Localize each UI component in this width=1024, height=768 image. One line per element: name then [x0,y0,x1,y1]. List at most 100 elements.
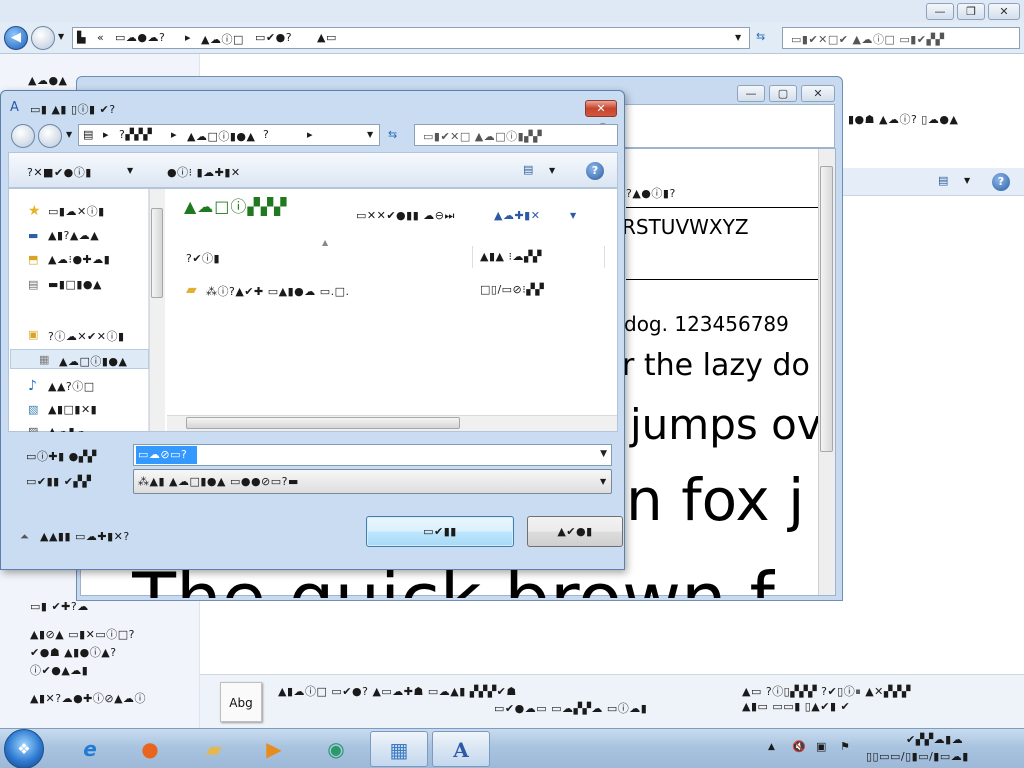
address-crumb[interactable]: ▲☁□ⓘ▮●▲ [187,128,255,144]
dialog-search-placeholder: ▭▮✔✕□ ▲☁□ⓘ▮▞▞ [423,130,543,143]
help-icon[interactable]: ? [992,173,1010,191]
nav-pane-header: ▲☁●▲ [28,74,68,87]
favorites-star-icon: ★ [28,203,42,219]
address-crumb[interactable]: ?▞▞▞ [119,128,152,141]
view-dropdown-icon[interactable]: ▼ [964,176,971,185]
minimize-button[interactable]: — [926,3,954,20]
taskbar-media-player[interactable]: ▶ [248,731,300,767]
nav-pane-item[interactable]: ▲▮⊘▲ ▭▮✕▭ⓘ□? [30,626,135,642]
save-button[interactable]: ▭✔▮▮ [366,516,514,547]
taskbar-font-viewer[interactable]: A [432,731,490,767]
details-text: ▲▮☁ⓘ□ ▭✔●? ▲▭☁✚☗ ▭☁▲▮ ▞▞▞✔☗ [278,685,517,698]
file-row[interactable]: ▰ ⁂ⓘ?▲✔✚ ▭▲▮●☁ ▭.□. □▯/▭⊘⁝▞▞ [180,280,617,300]
address-crumb[interactable]: ▭✔●? [255,31,292,44]
background-navbar: ◀ ▼ ▙ « ▭☁●☁? ▸ ▲☁ⓘ□ ▭✔●? ▲▭ ▼ ⇆ ▭▮✔✕□✔ … [0,22,1024,54]
tree-item-label: ▲▲?ⓘ□ [48,380,95,393]
clock-time[interactable]: ✔▞▞☁▮☁ [906,733,963,746]
tree-scrollbar-thumb[interactable] [151,208,163,298]
history-dropdown-icon[interactable]: ▼ [58,32,65,41]
background-titlebar: — ❐ ✕ [0,0,1024,22]
show-hidden-icons-icon[interactable]: ▲ [768,742,775,752]
dialog-refresh-icon[interactable]: ⇆ [388,128,398,141]
font-size-sample: jumps ov [630,400,822,449]
arrange-dropdown-icon[interactable]: ▼ [570,211,577,220]
address-chevron[interactable]: ▸ [171,128,177,141]
filetype-dropdown-icon[interactable]: ▼ [600,477,607,486]
address-crumb[interactable]: ▭☁●☁? [115,31,165,44]
column-divider[interactable] [472,246,473,268]
dialog-address-dropdown-icon[interactable]: ▼ [367,130,374,139]
dialog-help-icon[interactable]: ? [586,162,604,180]
arrange-by-dropdown[interactable]: ▲☁✚▮✕ [494,209,540,222]
nav-pane-item[interactable]: ⓘ✔●▲☁▮ [30,662,88,678]
restore-button[interactable]: ❐ [957,3,985,20]
address-chevron[interactable]: ▸ [185,31,191,44]
refresh-icon[interactable]: ⇆ [756,30,766,43]
cancel-button[interactable]: ▲✔●▮ [527,516,623,547]
fv-maximize-button[interactable]: ▢ [769,85,797,102]
tree-item-documents[interactable]: ▦ ▲☁□ⓘ▮●▲ [10,349,149,369]
address-chevron[interactable]: ▸ [103,128,109,141]
tree-item-recent[interactable]: ▤ ▬▮□▮●▲ [24,275,149,295]
hide-folders-icon[interactable]: ⏶ [20,530,29,544]
horizontal-scrollbar-thumb[interactable] [186,417,460,429]
address-chevron[interactable]: ▸ [307,128,313,141]
close-button[interactable]: ✕ [988,3,1020,20]
taskbar-control-panel[interactable]: ▦ [370,731,428,767]
column-header-name[interactable]: ?✔ⓘ▮ [186,250,220,266]
new-folder-button[interactable]: ●ⓘ⁝ ▮☁✚▮✕ [167,164,241,180]
back-button[interactable]: ◀ [4,26,28,50]
taskbar-firefox[interactable]: ● [124,731,176,767]
organize-button[interactable]: ?✕■✔●ⓘ▮ [27,164,92,180]
nav-pane-item[interactable]: ✔●☗ ▲▮●ⓘ▲? [30,644,117,660]
tree-item-pictures[interactable]: ▧ ▲▮□▮✕▮ [24,400,149,420]
tree-item-favorites[interactable]: ★ ▭▮☁✕ⓘ▮ [24,200,149,220]
forward-button[interactable] [31,26,55,50]
dialog-view-dropdown-icon[interactable]: ▼ [549,166,556,175]
filetype-select[interactable]: ⁂▲▮ ▲☁□▮●▲ ▭●●⊘▭?▬ ▼ [133,469,612,494]
font-size-sample: n fox j [626,466,805,534]
dialog-address-bar[interactable]: ▤ ▸ ?▞▞▞ ▸ ▲☁□ⓘ▮●▲ ? ▸ ▼ [78,124,380,146]
hide-folders-link[interactable]: ▲▲▮▮ ▭☁✚▮✕? [40,530,130,543]
fv-close-button[interactable]: ✕ [801,85,835,102]
tree-item-videos[interactable]: ▨ ▲☁▮☁ [24,422,149,432]
address-crumb[interactable]: ▲▭ [317,31,337,44]
column-divider[interactable] [604,246,605,268]
address-bar[interactable]: ▙ « ▭☁●☁? ▸ ▲☁ⓘ□ ▭✔●? ▲▭ ▼ [72,27,750,49]
organize-dropdown-icon[interactable]: ▼ [127,166,134,175]
folder-icon: ▰ [206,737,222,761]
address-crumb[interactable]: ? [263,128,269,141]
nav-pane-item[interactable]: ▲▮✕?☁●✚ⓘ⊘▲☁ⓘ [30,690,146,706]
action-center-flag-icon[interactable]: ⚑ [840,740,850,753]
details-text: ▲▮▭ ▭▭▮ ▯▲✔▮ ✔ [742,700,851,713]
tree-item-libraries[interactable]: ▣ ?ⓘ☁✕✔✕ⓘ▮ [24,325,149,345]
nav-pane-item[interactable]: ▭▮ ✔✚?☁ [30,600,89,613]
network-icon[interactable]: ▣ [816,740,827,753]
scrollbar-thumb[interactable] [820,166,833,452]
clock-date[interactable]: ▯▯▭▭/▯▮▭/▮▭☁▮ [866,750,969,763]
library-title: ▲☁□ⓘ▞▞▞ [184,197,288,216]
filename-dropdown-icon[interactable]: ▼ [600,449,607,459]
tree-item-music[interactable]: ♪ ▲▲?ⓘ□ [24,375,149,395]
address-overflow[interactable]: « [97,31,104,44]
dialog-close-button[interactable]: ✕ [585,100,617,117]
dialog-search-box[interactable]: ▭▮✔✕□ ▲☁□ⓘ▮▞▞ [414,124,618,146]
filename-input[interactable]: ▼ [133,444,612,466]
dialog-forward-button[interactable] [38,124,62,148]
dialog-history-icon[interactable]: ▼ [66,130,73,139]
fv-minimize-button[interactable]: — [737,85,765,102]
taskbar-media-center[interactable]: ◉ [310,731,362,767]
dialog-view-icon[interactable]: ▤ [523,163,534,176]
volume-muted-icon[interactable]: 🔇 [792,740,806,753]
tree-item-desktop[interactable]: ▬ ▲▮?▲☁▲ [24,226,149,246]
taskbar-internet-explorer[interactable]: e [64,731,116,767]
address-crumb[interactable]: ▲☁ⓘ□ [201,31,244,47]
dialog-back-button[interactable] [11,124,35,148]
view-options-icon[interactable]: ▤ [938,174,949,187]
address-dropdown-icon[interactable]: ▼ [735,33,742,42]
taskbar-file-explorer[interactable]: ▰ [188,731,240,767]
search-box[interactable]: ▭▮✔✕□✔ ▲☁ⓘ□ ▭▮✔▞▞ [782,27,1020,49]
column-header-date[interactable]: ▲▮▲ ⁝☁▞▞ [480,250,542,263]
tree-item-downloads[interactable]: ⬒ ▲☁⁝●✚☁▮ [24,250,149,270]
start-button[interactable]: ❖ [4,729,44,768]
